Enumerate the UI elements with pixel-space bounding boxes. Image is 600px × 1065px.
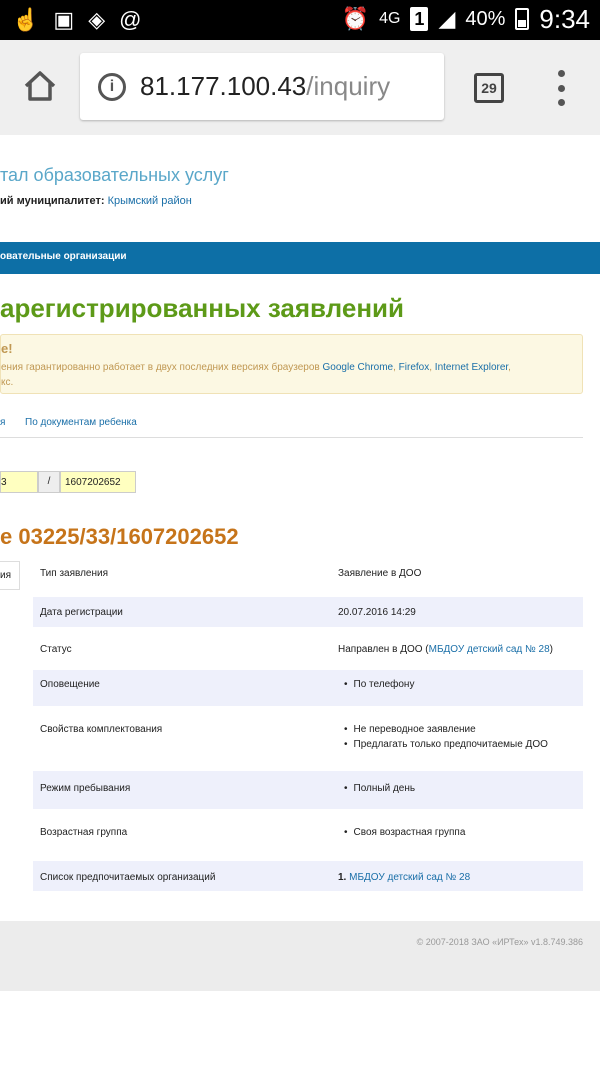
props-label-text: Свойства комплектования — [40, 724, 163, 735]
tab-switcher-button[interactable]: 29 — [474, 73, 504, 103]
tab-by-child-documents[interactable]: По документам ребенка — [25, 417, 137, 428]
battery-icon — [515, 8, 530, 30]
age-value: Своя возрастная группа — [338, 825, 465, 840]
page-title: арегистрированных заявлений — [0, 293, 404, 323]
warning-text-2: кс. — [1, 377, 14, 388]
portal-title: тал образовательных услуг — [0, 165, 229, 185]
reg-date-label: Дата регистрации — [40, 607, 123, 618]
status-value-suffix: ) — [549, 644, 553, 655]
at-icon: @ — [119, 7, 142, 32]
props-item-1: Не переводное заявление — [338, 724, 476, 735]
alarm-icon: ⏰ — [341, 6, 370, 31]
orgs-label: Список предпочитаемых организаций — [40, 872, 216, 883]
tab-by-number[interactable]: я — [0, 417, 5, 428]
main-nav: овательные организации — [0, 242, 600, 274]
warning-text: ения гарантированно работает в двух посл… — [1, 360, 581, 390]
status-value: Направлен в ДОО (МБДОУ детский сад № 28) — [338, 642, 553, 657]
table-row: Статус Направлен в ДОО (МБДОУ детский са… — [33, 634, 583, 664]
notification-icons: ☝ ▣ ◈ @ — [12, 6, 141, 34]
sim-badge: 1 — [410, 7, 429, 31]
municipality-line: ий муниципалитет: Крымский район — [0, 195, 192, 207]
notify-label: Оповещение — [40, 679, 100, 690]
battery-percent: 40% — [465, 8, 506, 30]
overflow-menu-icon[interactable] — [553, 70, 569, 106]
clock: 9:34 — [539, 4, 590, 34]
copyright: © 2007-2018 ЗАО «ИРТех» v1.8.749.386 — [416, 937, 583, 947]
orgs-value: 1. МБДОУ детский сад № 28 — [338, 870, 470, 885]
tab-info[interactable]: ия — [0, 561, 20, 590]
props-value-2: Предлагать только предпочитаемые ДОО — [338, 737, 548, 752]
mode-label: Режим пребывания — [40, 783, 131, 794]
link-chrome[interactable]: Google Chrome — [323, 362, 394, 373]
age-label: Возрастная группа — [40, 827, 128, 838]
url-path: /inquiry — [306, 71, 391, 101]
age-value-item: Своя возрастная группа — [338, 827, 465, 838]
url-host: 81.177.100.43 — [140, 71, 307, 101]
notify-value-item: По телефону — [338, 679, 414, 690]
mode-value-item: Полный день — [338, 783, 415, 794]
footer: © 2007-2018 ЗАО «ИРТех» v1.8.749.386 — [0, 921, 600, 991]
status-org-link[interactable]: МБДОУ детский сад № 28 — [429, 644, 550, 655]
mode-value: Полный день — [338, 781, 415, 796]
browser-warning: е! ения гарантированно работает в двух п… — [0, 334, 583, 394]
search-tabs: я По документам ребенка — [0, 405, 583, 438]
table-row: Оповещение По телефону — [33, 670, 583, 706]
address-bar[interactable]: i 81.177.100.43/inquiry — [80, 53, 444, 120]
props-item-2: Предлагать только предпочитаемые ДОО — [338, 739, 548, 750]
props-value-1: Не переводное заявление — [338, 722, 476, 737]
browser-toolbar: i 81.177.100.43/inquiry 29 — [0, 40, 600, 135]
url-text[interactable]: 81.177.100.43/inquiry — [140, 71, 390, 102]
info-icon[interactable]: i — [98, 73, 126, 101]
status-value-prefix: Направлен в ДОО ( — [338, 644, 429, 655]
search-field-number[interactable]: 1607202652 — [60, 471, 136, 493]
link-firefox[interactable]: Firefox — [399, 362, 430, 373]
home-icon[interactable] — [22, 68, 58, 104]
orgs-link[interactable]: МБДОУ детский сад № 28 — [349, 872, 470, 883]
application-heading: е 03225/33/1607202652 — [0, 524, 239, 549]
municipality-label: ий муниципалитет: — [0, 195, 105, 207]
notify-value: По телефону — [338, 677, 414, 692]
municipality-link[interactable]: Крымский район — [108, 195, 192, 207]
search-field-prefix[interactable]: 3 — [0, 471, 38, 493]
warning-text-1: ения гарантированно работает в двух посл… — [1, 362, 323, 373]
status-bar: ☝ ▣ ◈ @ ⏰ 4G 1 ◢ 40% 9:34 — [0, 0, 600, 40]
reg-date-value: 20.07.2016 14:29 — [338, 607, 416, 618]
type-value: Заявление в ДОО — [338, 568, 422, 579]
web-page: тал образовательных услуг ий муниципалит… — [0, 135, 600, 1065]
status-label: Статус — [40, 644, 72, 655]
type-label: Тип заявления — [40, 568, 109, 579]
footprint-icon: ☝ — [12, 7, 40, 32]
table-row: Тип заявления Заявление в ДОО — [33, 558, 583, 588]
image-icon: ▣ — [53, 7, 75, 32]
signal-icon: ◢ — [438, 6, 456, 31]
orgs-number: 1. — [338, 872, 347, 883]
table-row: Дата регистрации 20.07.2016 14:29 — [33, 597, 583, 627]
nav-item-organizations[interactable]: овательные организации — [0, 251, 127, 262]
wifi-icon: ◈ — [88, 7, 106, 32]
link-ie[interactable]: Internet Explorer — [435, 362, 508, 373]
search-separator: / — [38, 471, 60, 493]
warning-title: е! — [1, 341, 13, 356]
warning-sep-3: , — [508, 362, 511, 373]
system-icons: ⏰ 4G 1 ◢ 40% 9:34 — [342, 4, 590, 34]
network-type: 4G — [379, 10, 401, 27]
